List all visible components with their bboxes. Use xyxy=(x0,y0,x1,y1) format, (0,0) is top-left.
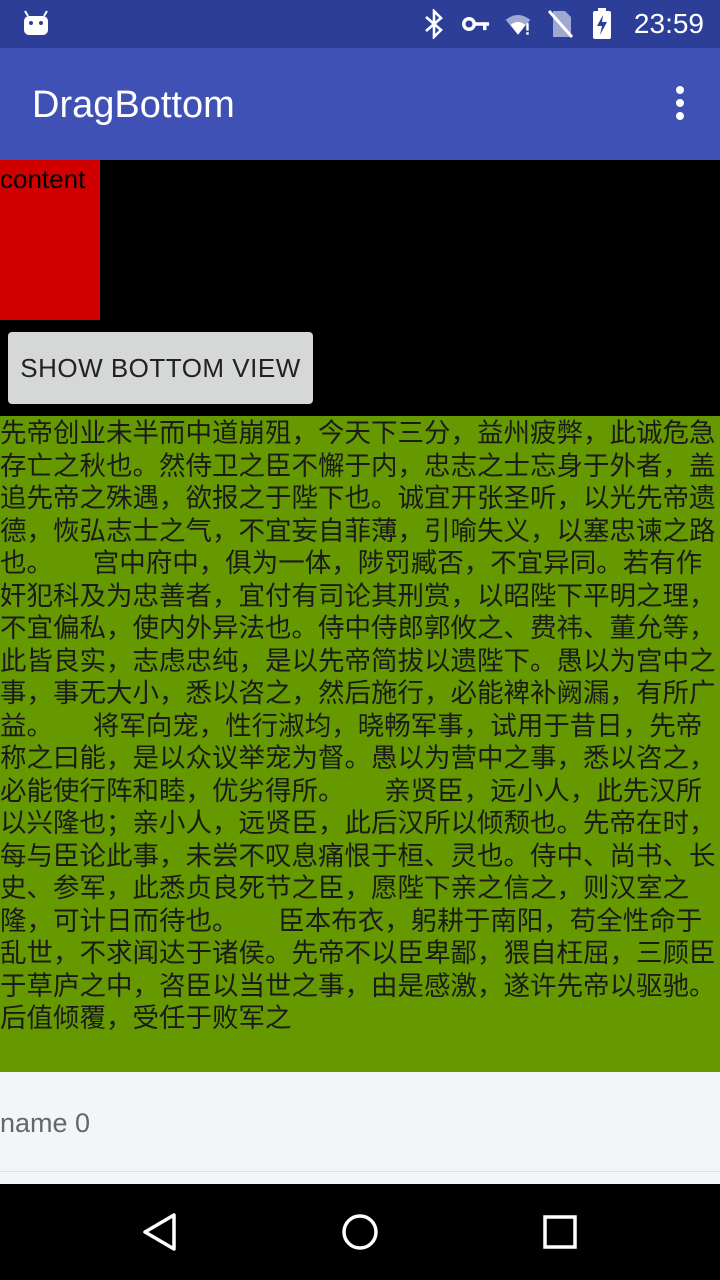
recents-icon[interactable] xyxy=(540,1212,580,1252)
bottom-sheet[interactable]: name 0 xyxy=(0,1072,720,1184)
content-label: content xyxy=(0,164,86,194)
list-item[interactable]: name 0 xyxy=(0,1072,720,1172)
article-text-view[interactable]: 先帝创业未半而中道崩殂，今天下三分，益州疲弊，此诚危急存亡之秋也。然侍卫之臣不懈… xyxy=(0,416,720,1072)
status-clock: 23:59 xyxy=(633,8,704,39)
battery-charging-icon xyxy=(588,8,616,39)
overflow-menu-icon[interactable] xyxy=(670,86,690,126)
app-title: DragBottom xyxy=(32,84,235,126)
status-bar: 23:59 xyxy=(0,0,720,48)
show-bottom-view-button[interactable]: SHOW BOTTOM VIEW xyxy=(8,332,313,404)
key-icon xyxy=(461,10,490,38)
android-icon xyxy=(24,10,48,35)
back-icon[interactable] xyxy=(140,1212,180,1252)
bluetooth-icon xyxy=(420,9,448,39)
navigation-bar xyxy=(0,1184,720,1280)
app-bar: DragBottom xyxy=(0,48,720,160)
no-sim-icon xyxy=(546,10,574,38)
article-text: 先帝创业未半而中道崩殂，今天下三分，益州疲弊，此诚危急存亡之秋也。然侍卫之臣不懈… xyxy=(0,418,716,1034)
wifi-icon xyxy=(504,10,532,38)
content-view: content xyxy=(0,160,100,320)
list-item-name: name 0 xyxy=(0,1108,91,1138)
home-icon[interactable] xyxy=(340,1212,380,1252)
